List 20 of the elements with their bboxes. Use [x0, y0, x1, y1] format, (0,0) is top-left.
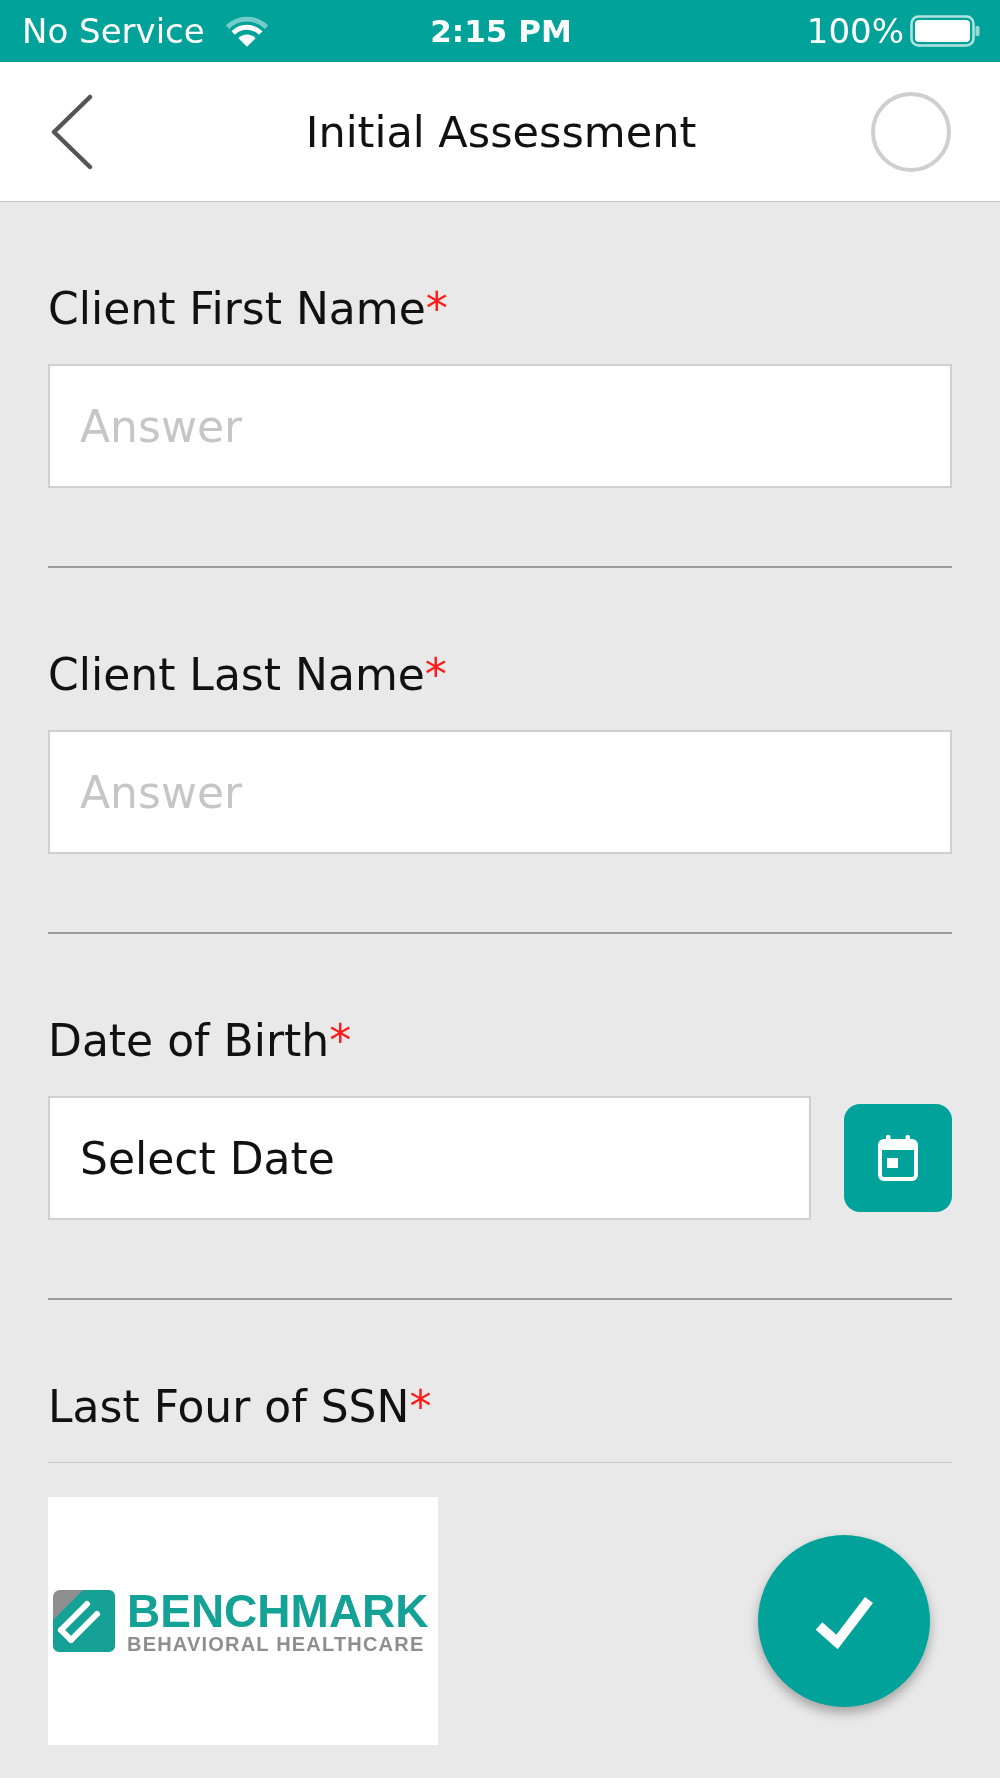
- field-label: Last Four of SSN*: [48, 1381, 433, 1433]
- back-icon[interactable]: [50, 93, 94, 170]
- battery-icon: [910, 15, 980, 47]
- wifi-icon: [224, 14, 269, 48]
- calendar-icon: [878, 1135, 918, 1181]
- battery-percent: 100%: [806, 11, 904, 51]
- field-label: Date of Birth*: [48, 1015, 353, 1067]
- field-label: Client First Name*: [48, 283, 449, 335]
- answer-field[interactable]: Answer: [48, 730, 952, 854]
- calendar-button[interactable]: [844, 1104, 952, 1212]
- date-field[interactable]: Select Date: [48, 1096, 811, 1220]
- logo-wordmark: BENCHMARK: [127, 1588, 429, 1634]
- answer-field[interactable]: Answer: [48, 364, 952, 488]
- field-label: Client Last Name*: [48, 649, 448, 701]
- logo-tagline: BEHAVIORAL HEALTHCARE: [127, 1634, 426, 1654]
- screen-title: Initial Assessment: [305, 105, 697, 158]
- logo-mark-icon: [53, 1590, 115, 1652]
- time-text: 2:15 PM: [430, 12, 572, 51]
- carrier-text: No Service: [22, 11, 205, 51]
- submit-button[interactable]: [758, 1535, 930, 1707]
